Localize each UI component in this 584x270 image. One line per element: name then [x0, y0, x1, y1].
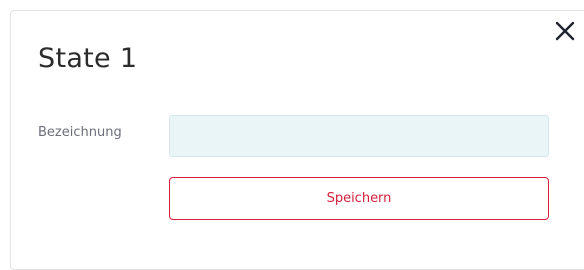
close-icon: [555, 21, 575, 41]
close-button[interactable]: [553, 19, 577, 43]
name-label: Bezeichnung: [38, 125, 122, 140]
name-input[interactable]: [169, 115, 549, 157]
dialog-title: State 1: [38, 43, 138, 74]
save-button[interactable]: Speichern: [169, 177, 549, 220]
